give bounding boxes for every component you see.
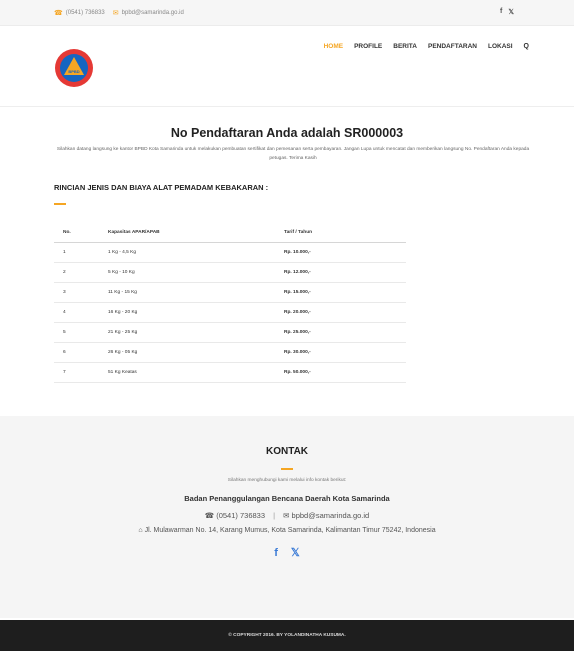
table-row: 2 5 Kg - 10 Kg Rp. 12.000,- [54,263,406,283]
cell-tarif: Rp. 30.000,- [284,350,311,355]
kontak-org-name: Badan Penanggulangan Bencana Daerah Kota… [184,494,390,503]
cell-no: 5 [63,330,66,335]
cell-kapasitas: 11 Kg - 15 Kg [108,290,137,295]
home-icon: ⌂ [138,527,143,534]
table-row: 1 1 Kg - 4,5 Kg Rp. 10.000,- [54,243,406,263]
email-icon: ✉ [283,511,290,520]
twitter-icon[interactable]: 𝕏 [508,8,514,16]
cell-tarif: Rp. 12.000,- [284,270,311,275]
kontak-accent-bar [281,468,293,470]
header-divider [0,106,574,107]
site-header: BPBD HOME PROFILE BERITA PENDAFTARAN LOK… [0,26,574,106]
kontak-section: KONTAK Silahkan menghubungi kami melalui… [0,416,574,618]
nav-lokasi[interactable]: LOKASI [488,43,513,50]
cell-no: 2 [63,270,66,275]
table-header-row: No. Kapasitas APAR/APAB Tarif / Tahun [54,223,406,243]
kontak-intro: Silahkan menghubungi kami melalui info k… [227,478,347,483]
cell-kapasitas: 51 Kg Keatas [108,370,137,375]
top-email[interactable]: ✉ bpbd@samarinda.go.id [113,9,184,17]
tarif-table: No. Kapasitas APAR/APAB Tarif / Tahun 1 … [54,223,406,383]
section-title: RINCIAN JENIS DAN BIAYA ALAT PEMADAM KEB… [54,183,269,192]
kontak-email[interactable]: bpbd@samarinda.go.id [292,511,370,520]
top-email-text[interactable]: bpbd@samarinda.go.id [122,10,184,16]
kontak-separator: | [273,511,276,520]
kontak-phone-email: ☎ (0541) 736833 | ✉ bpbd@samarinda.go.id [0,511,574,520]
cell-no: 7 [63,370,66,375]
cell-no: 4 [63,310,66,315]
email-icon: ✉ [112,10,119,17]
section-accent-bar [54,203,66,205]
table-row: 5 21 Kg - 25 Kg Rp. 25.000,- [54,323,406,343]
cell-kapasitas: 26 Kg - 05 Kg [108,350,138,355]
page-description: Silahkan datang langsung ke kantor BPBD … [56,147,530,161]
table-row: 4 16 Kg - 20 Kg Rp. 20.000,- [54,303,406,323]
header-no: No. [63,230,71,235]
header-kapasitas: Kapasitas APAR/APAB [108,230,160,235]
cell-kapasitas: 21 Kg - 25 Kg [108,330,138,335]
nav-home[interactable]: HOME [324,43,344,50]
bpbd-logo[interactable]: BPBD [54,48,94,88]
main-nav: HOME PROFILE BERITA PENDAFTARAN LOKASI Q [324,43,529,50]
twitter-icon[interactable]: 𝕏 [291,547,300,559]
kontak-phone: (0541) 736833 [216,511,266,520]
logo-text: BPBD [68,69,79,74]
cell-tarif: Rp. 25.000,- [284,330,311,335]
kontak-social: f 𝕏 [0,546,574,559]
facebook-icon[interactable]: f [500,8,502,16]
page-title: No Pendaftaran Anda adalah SR000003 [170,126,404,140]
site-footer: © COPYRIGHT 2016. BY YOLANDINATHA KUSUMA… [0,620,574,651]
nav-berita[interactable]: BERITA [393,43,417,50]
kontak-address: ⌂ Jl. Mulawarman No. 14, Karang Mumus, K… [0,527,574,534]
phone-icon: ☎ [204,511,215,520]
cell-tarif: Rp. 50.000,- [284,370,311,375]
top-contact: ☎ (0541) 736833 ✉ bpbd@samarinda.go.id [54,9,184,17]
header-tarif: Tarif / Tahun [284,230,313,235]
top-phone: ☎ (0541) 736833 [54,9,105,17]
table-row: 3 11 Kg - 15 Kg Rp. 15.000,- [54,283,406,303]
cell-tarif: Rp. 20.000,- [284,310,311,315]
cell-kapasitas: 5 Kg - 10 Kg [108,270,135,275]
cell-no: 3 [63,290,66,295]
top-bar: ☎ (0541) 736833 ✉ bpbd@samarinda.go.id f… [0,0,574,26]
cell-no: 1 [63,250,66,255]
kontak-address-text: Jl. Mulawarman No. 14, Karang Mumus, Kot… [144,527,436,534]
copyright-text: © COPYRIGHT 2016. BY YOLANDINATHA KUSUMA… [228,633,346,638]
table-row: 6 26 Kg - 05 Kg Rp. 30.000,- [54,343,406,363]
top-phone-text: (0541) 736833 [65,10,105,16]
kontak-title: KONTAK [265,446,309,457]
cell-kapasitas: 16 Kg - 20 Kg [108,310,138,315]
table-row: 7 51 Kg Keatas Rp. 50.000,- [54,363,406,383]
cell-kapasitas: 1 Kg - 4,5 Kg [108,250,136,255]
search-icon[interactable]: Q [524,43,529,50]
cell-tarif: Rp. 10.000,- [284,250,311,255]
phone-icon: ☎ [54,10,63,17]
cell-no: 6 [63,350,66,355]
nav-profile[interactable]: PROFILE [354,43,382,50]
cell-tarif: Rp. 15.000,- [284,290,311,295]
facebook-icon[interactable]: f [274,547,278,559]
top-social: f 𝕏 [500,8,514,16]
nav-pendaftaran[interactable]: PENDAFTARAN [428,43,477,50]
